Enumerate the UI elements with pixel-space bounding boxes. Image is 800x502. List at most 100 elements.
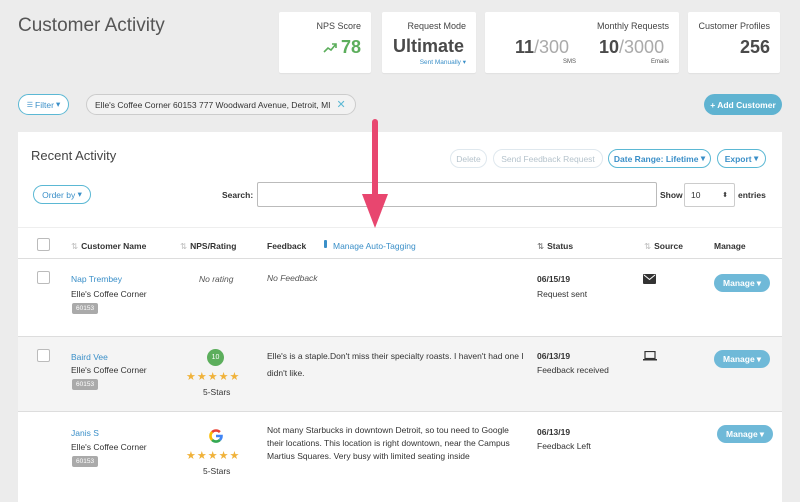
header-customer-name[interactable]: ⇅ Customer Name [71, 241, 146, 252]
entries-select-value: 10 [691, 190, 701, 200]
laptop-icon [643, 351, 657, 361]
sort-icon: ⇅ [180, 241, 188, 251]
filter-button-label: Filter [35, 99, 54, 110]
star-rating: ★★★★★ [186, 450, 241, 462]
header-nps-rating[interactable]: ⇅ NPS/Rating [180, 241, 236, 252]
manage-button[interactable]: Manage ▾ [714, 274, 770, 292]
manage-button[interactable]: Manage ▾ [714, 350, 770, 368]
sms-count: 11/300 [515, 37, 569, 58]
star-rating: ★★★★★ [186, 371, 241, 383]
sms-used: 11 [515, 37, 535, 57]
status-text: Feedback Left [537, 441, 591, 451]
delete-button[interactable]: Delete [450, 149, 487, 168]
add-customer-button[interactable]: + Add Customer [704, 94, 782, 115]
show-label: Show [660, 190, 683, 200]
feedback-text: Not many Starbucks in downtown Detroit, … [267, 425, 510, 461]
updown-icon: ⬍ [722, 192, 728, 199]
header-manage: Manage [714, 241, 746, 251]
chevron-down-icon: ▾ [462, 59, 466, 66]
header-source-label: Source [654, 241, 683, 251]
order-by-label: Order by [42, 189, 76, 200]
nps-score-number: 78 [340, 37, 361, 57]
recent-activity-panel: Recent Activity Delete Send Feedback Req… [18, 132, 782, 502]
email-total: /3000 [619, 37, 665, 57]
close-icon[interactable]: ✕ [337, 98, 346, 111]
nps-score-card: NPS Score 78 [279, 12, 371, 73]
customer-business: Elle's Coffee Corner [71, 365, 147, 375]
chevron-down-icon: ▾ [754, 153, 759, 163]
email-used: 10 [599, 37, 620, 57]
chevron-down-icon: ▾ [77, 189, 82, 199]
header-status[interactable]: ⇅ Status [537, 241, 573, 252]
table-header: ⇅ Customer Name ⇅ NPS/Rating Feedback Mana… [18, 227, 782, 259]
customer-name-link[interactable]: Baird Vee [71, 352, 108, 362]
filter-button[interactable]: ☰ Filter ▾ [18, 94, 69, 115]
request-mode-sub: Sent Manually [419, 59, 461, 66]
header-nps-rating-label: NPS/Rating [190, 241, 237, 251]
tag-icon [324, 240, 327, 248]
header-feedback: Feedback [267, 241, 307, 251]
filter-icon: ☰ [26, 101, 34, 109]
monthly-requests-label: Monthly Requests [596, 21, 669, 31]
page-title: Customer Activity [18, 15, 165, 36]
request-mode-dropdown[interactable]: Sent Manually ▾ [420, 58, 466, 66]
filter-chip: Elle's Coffee Corner 60153 777 Woodward … [86, 94, 356, 115]
star-rating-label: 5-Stars [203, 387, 231, 397]
nps-score-value: 78 [323, 37, 361, 58]
chevron-down-icon: ▾ [759, 428, 764, 439]
manage-button-label: Manage [726, 429, 758, 439]
status-text: Request sent [537, 289, 588, 299]
annotation-arrow-icon [362, 119, 388, 228]
sms-total: /300 [534, 37, 570, 57]
row-checkbox[interactable] [37, 349, 50, 362]
entries-select[interactable]: 10 ⬍ [684, 183, 735, 207]
send-feedback-request-button[interactable]: Send Feedback Request [493, 149, 603, 168]
sort-icon: ⇅ [537, 241, 545, 251]
manage-button-label: Manage [723, 354, 755, 364]
table-row: Baird Vee Elle's Coffee Corner 60153 10 … [18, 337, 782, 412]
google-icon [209, 429, 223, 443]
manage-button[interactable]: Manage ▾ [717, 425, 773, 443]
header-customer-name-label: Customer Name [81, 241, 147, 251]
status-text: Feedback received [537, 365, 609, 375]
export-label: Export [724, 153, 752, 164]
feedback-text: No Feedback [267, 273, 318, 283]
customer-name-link[interactable]: Nap Trembey [71, 274, 122, 284]
nps-score-label: NPS Score [316, 21, 361, 31]
sort-icon: ⇅ [71, 241, 79, 251]
search-input[interactable] [257, 182, 657, 207]
customer-name-link[interactable]: Janis S [71, 428, 99, 438]
request-mode-label: Request Mode [407, 21, 466, 31]
row-checkbox[interactable] [37, 271, 50, 284]
date-range-dropdown[interactable]: Date Range: Lifetime ▾ [608, 149, 711, 168]
customer-business: Elle's Coffee Corner [71, 289, 147, 299]
order-by-dropdown[interactable]: Order by ▾ [33, 185, 91, 204]
customer-profiles-label: Customer Profiles [698, 21, 770, 31]
export-dropdown[interactable]: Export ▾ [717, 149, 766, 168]
date-range-label: Date Range: Lifetime [613, 153, 699, 164]
nps-badge: 10 [207, 349, 224, 366]
chevron-down-icon: ▾ [55, 99, 61, 109]
location-tag: 60153 [72, 379, 99, 390]
email-count: 10/3000 [599, 37, 664, 58]
no-rating-text: No rating [199, 274, 234, 284]
select-all-checkbox[interactable] [37, 238, 50, 251]
customer-profiles-card: Customer Profiles 256 [688, 12, 780, 73]
entries-label: entries [738, 190, 766, 200]
manage-button-label: Manage [723, 278, 755, 288]
manage-auto-tagging-link[interactable]: Manage Auto-Tagging [333, 241, 416, 251]
table-row: Janis S Elle's Coffee Corner 60153 ★★★★★… [18, 413, 782, 502]
chevron-down-icon: ▾ [700, 153, 706, 163]
trend-up-icon [323, 42, 337, 53]
sort-icon: ⇅ [644, 241, 652, 251]
star-rating-label: 5-Stars [203, 466, 231, 476]
status-date: 06/13/19 [537, 351, 571, 361]
filter-chip-text: Elle's Coffee Corner 60153 777 Woodward … [95, 99, 331, 110]
email-label: Emails [651, 59, 670, 65]
customer-business: Elle's Coffee Corner [71, 442, 147, 452]
customer-profiles-value: 256 [739, 37, 770, 57]
request-mode-card: Request Mode Ultimate Sent Manually ▾ [382, 12, 476, 73]
status-date: 06/13/19 [537, 427, 571, 437]
header-source[interactable]: ⇅ Source [644, 241, 683, 252]
header-status-label: Status [547, 241, 574, 251]
